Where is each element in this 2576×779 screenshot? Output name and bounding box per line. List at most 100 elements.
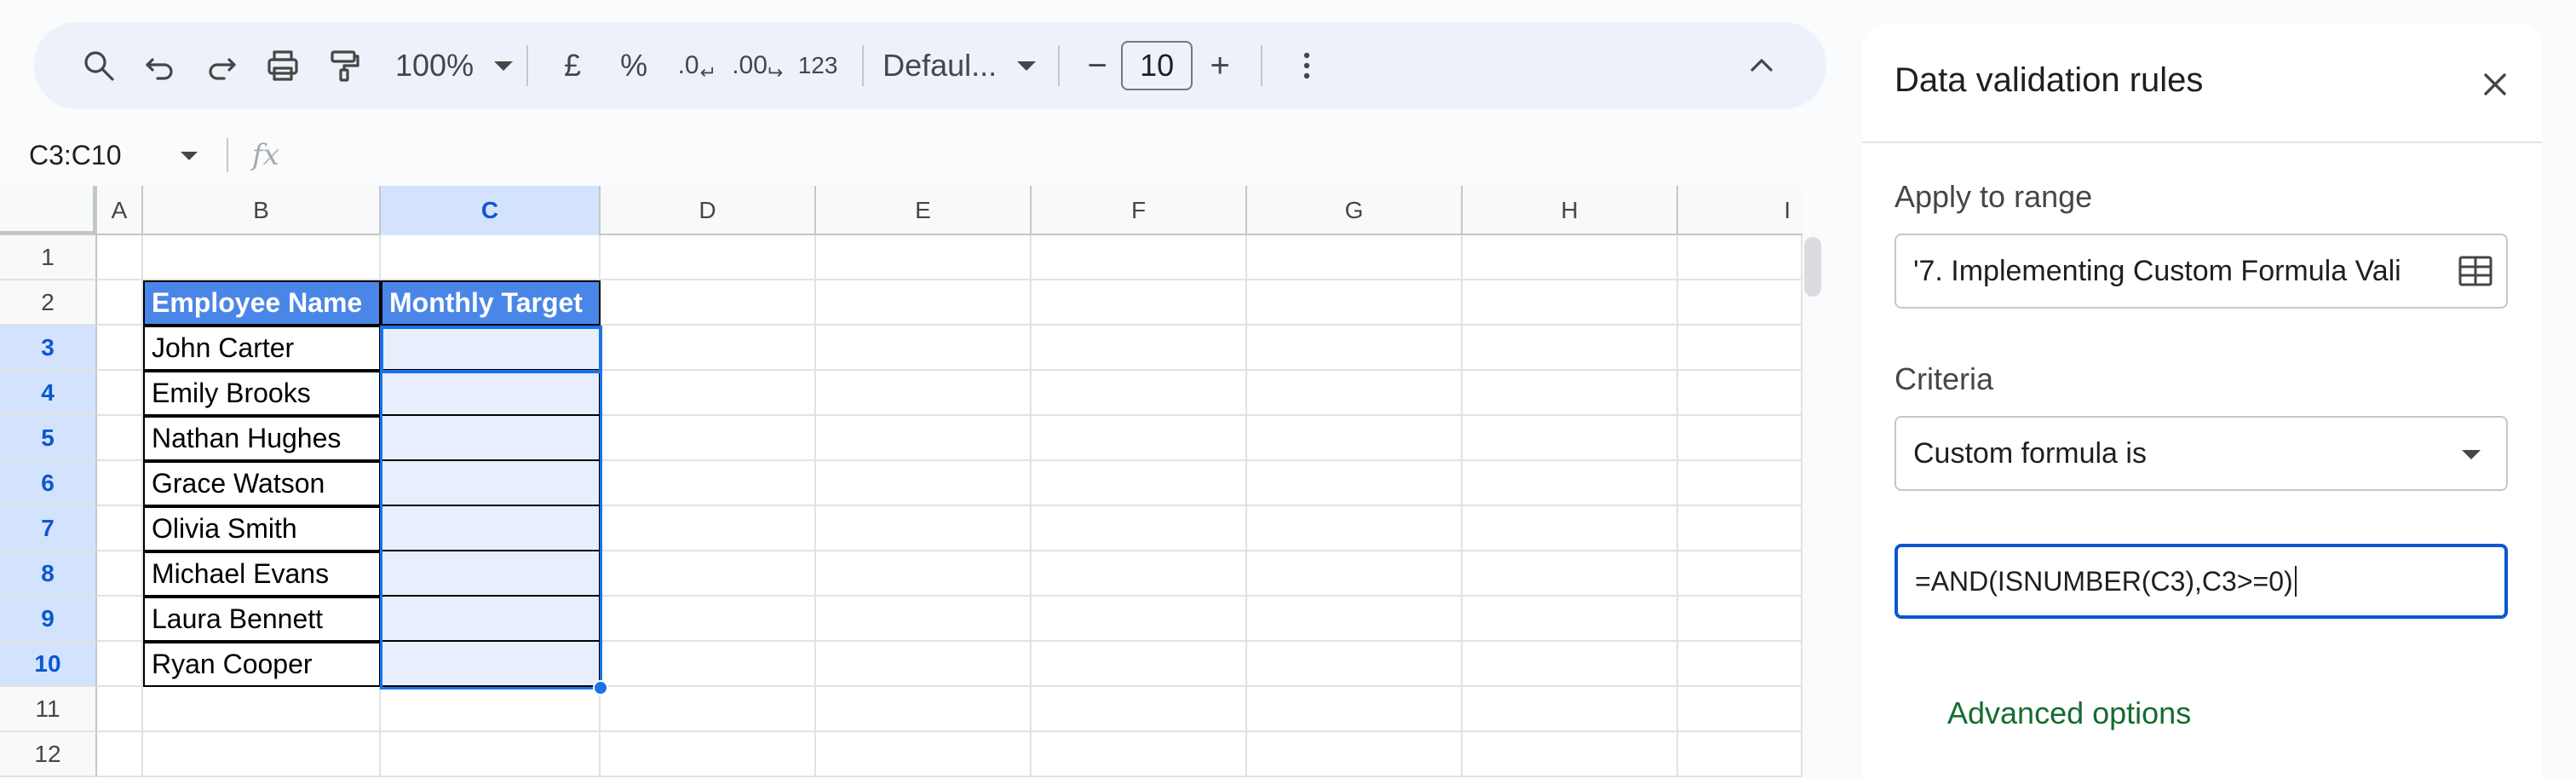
vertical-scrollbar[interactable]: [1804, 237, 1821, 297]
paint-format-icon[interactable]: [313, 35, 375, 96]
cell-h1[interactable]: [1463, 235, 1678, 280]
cell-b6[interactable]: Grace Watson: [143, 461, 381, 506]
fill-handle[interactable]: [593, 680, 608, 695]
cell-a7[interactable]: [97, 506, 143, 551]
zoom-select[interactable]: 100%: [390, 35, 514, 96]
row-header-1[interactable]: 1: [0, 235, 97, 280]
cell-h7[interactable]: [1463, 506, 1678, 551]
cell-b1[interactable]: [143, 235, 381, 280]
cell-b4[interactable]: Emily Brooks: [143, 371, 381, 416]
cell-d9[interactable]: [601, 597, 816, 642]
column-header-b[interactable]: B: [143, 186, 381, 235]
cell-i2[interactable]: [1678, 280, 1803, 326]
cell-b8[interactable]: Michael Evans: [143, 551, 381, 597]
cell-i10[interactable]: [1678, 642, 1803, 687]
cell-d8[interactable]: [601, 551, 816, 597]
cell-e4[interactable]: [816, 371, 1032, 416]
cell-b9[interactable]: Laura Bennett: [143, 597, 381, 642]
cell-d6[interactable]: [601, 461, 816, 506]
font-size-decrease-button[interactable]: −: [1073, 35, 1121, 96]
cell-i1[interactable]: [1678, 235, 1803, 280]
row-header-12[interactable]: 12: [0, 732, 97, 777]
font-size-input[interactable]: 10: [1121, 41, 1193, 90]
cell-g7[interactable]: [1247, 506, 1463, 551]
increase-decimal-button[interactable]: .00: [726, 35, 787, 96]
column-header-i[interactable]: I: [1678, 186, 1803, 235]
cell-g8[interactable]: [1247, 551, 1463, 597]
cell-a2[interactable]: [97, 280, 143, 326]
cell-d4[interactable]: [601, 371, 816, 416]
cell-c6[interactable]: [381, 461, 601, 506]
column-header-c[interactable]: C: [381, 186, 601, 235]
cell-f11[interactable]: [1032, 687, 1247, 732]
cell-h3[interactable]: [1463, 326, 1678, 371]
cell-h11[interactable]: [1463, 687, 1678, 732]
cell-d11[interactable]: [601, 687, 816, 732]
cell-g1[interactable]: [1247, 235, 1463, 280]
cell-i12[interactable]: [1678, 732, 1803, 777]
column-header-f[interactable]: F: [1032, 186, 1247, 235]
cell-i11[interactable]: [1678, 687, 1803, 732]
cell-a6[interactable]: [97, 461, 143, 506]
cell-c8[interactable]: [381, 551, 601, 597]
cell-b10[interactable]: Ryan Cooper: [143, 642, 381, 687]
cell-h9[interactable]: [1463, 597, 1678, 642]
cell-h12[interactable]: [1463, 732, 1678, 777]
cell-i9[interactable]: [1678, 597, 1803, 642]
advanced-options-button[interactable]: Advanced options: [1947, 695, 2191, 731]
cell-g2[interactable]: [1247, 280, 1463, 326]
select-all-corner[interactable]: [0, 186, 97, 235]
cell-g12[interactable]: [1247, 732, 1463, 777]
cell-g4[interactable]: [1247, 371, 1463, 416]
cell-f3[interactable]: [1032, 326, 1247, 371]
row-header-6[interactable]: 6: [0, 461, 97, 506]
cell-e10[interactable]: [816, 642, 1032, 687]
cell-e5[interactable]: [816, 416, 1032, 461]
cell-c11[interactable]: [381, 687, 601, 732]
decrease-decimal-button[interactable]: .0: [664, 35, 726, 96]
cell-h4[interactable]: [1463, 371, 1678, 416]
row-header-11[interactable]: 11: [0, 687, 97, 732]
cell-c2[interactable]: Monthly Target: [381, 280, 601, 326]
print-icon[interactable]: [252, 35, 313, 96]
cell-f12[interactable]: [1032, 732, 1247, 777]
cell-a10[interactable]: [97, 642, 143, 687]
font-size-increase-button[interactable]: +: [1193, 35, 1247, 96]
cell-d3[interactable]: [601, 326, 816, 371]
cell-c10[interactable]: [381, 642, 601, 687]
cell-f9[interactable]: [1032, 597, 1247, 642]
apply-range-input[interactable]: '7. Implementing Custom Formula Vali: [1895, 234, 2508, 309]
column-header-d[interactable]: D: [601, 186, 816, 235]
grid-select-icon[interactable]: [2458, 256, 2493, 286]
undo-icon[interactable]: [129, 35, 191, 96]
cell-c3[interactable]: [381, 326, 601, 371]
cell-h2[interactable]: [1463, 280, 1678, 326]
cell-a9[interactable]: [97, 597, 143, 642]
cell-e3[interactable]: [816, 326, 1032, 371]
cell-e6[interactable]: [816, 461, 1032, 506]
cell-i3[interactable]: [1678, 326, 1803, 371]
row-header-2[interactable]: 2: [0, 280, 97, 326]
cell-g10[interactable]: [1247, 642, 1463, 687]
cell-b5[interactable]: Nathan Hughes: [143, 416, 381, 461]
row-header-4[interactable]: 4: [0, 371, 97, 416]
cell-c7[interactable]: [381, 506, 601, 551]
cell-g11[interactable]: [1247, 687, 1463, 732]
cell-e9[interactable]: [816, 597, 1032, 642]
cell-a11[interactable]: [97, 687, 143, 732]
criteria-select[interactable]: Custom formula is: [1895, 416, 2508, 491]
cell-e12[interactable]: [816, 732, 1032, 777]
custom-formula-input[interactable]: =AND(ISNUMBER(C3),C3>=0): [1895, 544, 2508, 619]
cell-c4[interactable]: [381, 371, 601, 416]
cell-b12[interactable]: [143, 732, 381, 777]
cell-a8[interactable]: [97, 551, 143, 597]
redo-icon[interactable]: [191, 35, 252, 96]
row-header-5[interactable]: 5: [0, 416, 97, 461]
cell-d10[interactable]: [601, 642, 816, 687]
more-vert-icon[interactable]: [1276, 35, 1337, 96]
cell-g6[interactable]: [1247, 461, 1463, 506]
cell-h5[interactable]: [1463, 416, 1678, 461]
column-header-g[interactable]: G: [1247, 186, 1463, 235]
cell-c12[interactable]: [381, 732, 601, 777]
cell-d2[interactable]: [601, 280, 816, 326]
